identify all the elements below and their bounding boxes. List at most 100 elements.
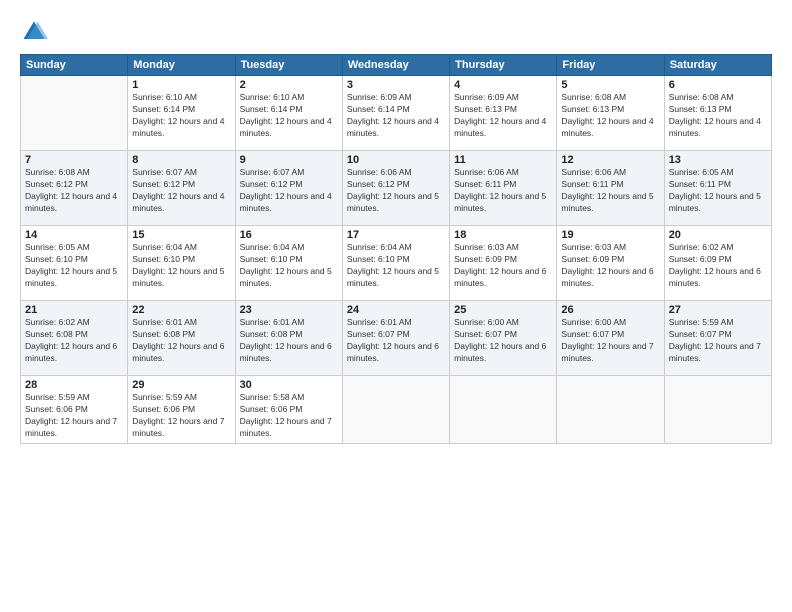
calendar-cell: 10Sunrise: 6:06 AMSunset: 6:12 PMDayligh…	[342, 151, 449, 226]
calendar-cell: 28Sunrise: 5:59 AMSunset: 6:06 PMDayligh…	[21, 376, 128, 444]
day-number: 21	[25, 304, 123, 316]
cell-info: Sunrise: 6:07 AMSunset: 6:12 PMDaylight:…	[132, 167, 230, 215]
calendar-page: SundayMondayTuesdayWednesdayThursdayFrid…	[0, 0, 792, 612]
cell-info: Sunrise: 6:05 AMSunset: 6:10 PMDaylight:…	[25, 242, 123, 290]
cell-info: Sunrise: 5:59 AMSunset: 6:06 PMDaylight:…	[132, 392, 230, 440]
calendar-cell: 30Sunrise: 5:58 AMSunset: 6:06 PMDayligh…	[235, 376, 342, 444]
calendar-cell: 21Sunrise: 6:02 AMSunset: 6:08 PMDayligh…	[21, 301, 128, 376]
day-number: 5	[561, 79, 659, 91]
week-row: 1Sunrise: 6:10 AMSunset: 6:14 PMDaylight…	[21, 76, 772, 151]
calendar-cell: 25Sunrise: 6:00 AMSunset: 6:07 PMDayligh…	[450, 301, 557, 376]
calendar-cell: 7Sunrise: 6:08 AMSunset: 6:12 PMDaylight…	[21, 151, 128, 226]
day-number: 19	[561, 229, 659, 241]
calendar-cell: 24Sunrise: 6:01 AMSunset: 6:07 PMDayligh…	[342, 301, 449, 376]
cell-info: Sunrise: 6:09 AMSunset: 6:14 PMDaylight:…	[347, 92, 445, 140]
day-header-saturday: Saturday	[664, 55, 771, 76]
calendar-cell: 11Sunrise: 6:06 AMSunset: 6:11 PMDayligh…	[450, 151, 557, 226]
day-header-wednesday: Wednesday	[342, 55, 449, 76]
calendar-cell: 22Sunrise: 6:01 AMSunset: 6:08 PMDayligh…	[128, 301, 235, 376]
calendar-table: SundayMondayTuesdayWednesdayThursdayFrid…	[20, 54, 772, 444]
calendar-cell: 29Sunrise: 5:59 AMSunset: 6:06 PMDayligh…	[128, 376, 235, 444]
cell-info: Sunrise: 6:01 AMSunset: 6:08 PMDaylight:…	[240, 317, 338, 365]
week-row: 28 Sunrise: 5:59 AMSunset: 6:06 PMDayligh…	[21, 376, 772, 444]
day-number: 29	[132, 379, 230, 391]
calendar-cell: 26Sunrise: 6:00 AMSunset: 6:07 PMDayligh…	[557, 301, 664, 376]
day-number: 18	[454, 229, 552, 241]
cell-info: Sunrise: 6:01 AMSunset: 6:08 PMDaylight:…	[132, 317, 230, 365]
day-number: 24	[347, 304, 445, 316]
cell-info: Sunrise: 6:08 AMSunset: 6:13 PMDaylight:…	[561, 92, 659, 140]
calendar-cell: 12Sunrise: 6:06 AMSunset: 6:11 PMDayligh…	[557, 151, 664, 226]
day-number: 1	[132, 79, 230, 91]
calendar-cell	[557, 376, 664, 444]
cell-info: Sunrise: 6:02 AMSunset: 6:09 PMDaylight:…	[669, 242, 767, 290]
header	[20, 18, 772, 46]
day-number: 2	[240, 79, 338, 91]
day-number: 23	[240, 304, 338, 316]
cell-info: Sunrise: 6:03 AMSunset: 6:09 PMDaylight:…	[561, 242, 659, 290]
week-row: 14Sunrise: 6:05 AMSunset: 6:10 PMDayligh…	[21, 226, 772, 301]
day-number: 25	[454, 304, 552, 316]
calendar-cell: 6Sunrise: 6:08 AMSunset: 6:13 PMDaylight…	[664, 76, 771, 151]
day-number: 12	[561, 154, 659, 166]
day-header-thursday: Thursday	[450, 55, 557, 76]
cell-info: Sunrise: 6:02 AMSunset: 6:08 PMDaylight:…	[25, 317, 123, 365]
day-number: 15	[132, 229, 230, 241]
cell-info: Sunrise: 6:07 AMSunset: 6:12 PMDaylight:…	[240, 167, 338, 215]
day-number: 11	[454, 154, 552, 166]
day-number: 14	[25, 229, 123, 241]
cell-info: Sunrise: 6:04 AMSunset: 6:10 PMDaylight:…	[240, 242, 338, 290]
calendar-cell: 3Sunrise: 6:09 AMSunset: 6:14 PMDaylight…	[342, 76, 449, 151]
cell-info: Sunrise: 6:08 AMSunset: 6:12 PMDaylight:…	[25, 167, 123, 215]
calendar-cell: 14Sunrise: 6:05 AMSunset: 6:10 PMDayligh…	[21, 226, 128, 301]
cell-info: Sunrise: 6:05 AMSunset: 6:11 PMDaylight:…	[669, 167, 767, 215]
calendar-cell: 8Sunrise: 6:07 AMSunset: 6:12 PMDaylight…	[128, 151, 235, 226]
calendar-cell: 4Sunrise: 6:09 AMSunset: 6:13 PMDaylight…	[450, 76, 557, 151]
calendar-cell: 27Sunrise: 5:59 AMSunset: 6:07 PMDayligh…	[664, 301, 771, 376]
cell-info: Sunrise: 6:06 AMSunset: 6:11 PMDaylight:…	[561, 167, 659, 215]
calendar-cell: 17Sunrise: 6:04 AMSunset: 6:10 PMDayligh…	[342, 226, 449, 301]
day-number: 26	[561, 304, 659, 316]
calendar-cell: 2Sunrise: 6:10 AMSunset: 6:14 PMDaylight…	[235, 76, 342, 151]
day-number: 20	[669, 229, 767, 241]
cell-info: Sunrise: 6:06 AMSunset: 6:12 PMDaylight:…	[347, 167, 445, 215]
cell-info: Sunrise: 6:06 AMSunset: 6:11 PMDaylight:…	[454, 167, 552, 215]
day-number: 30	[240, 379, 338, 391]
day-number: 17	[347, 229, 445, 241]
calendar-cell: 5Sunrise: 6:08 AMSunset: 6:13 PMDaylight…	[557, 76, 664, 151]
calendar-cell	[450, 376, 557, 444]
day-number: 27	[669, 304, 767, 316]
calendar-cell: 19Sunrise: 6:03 AMSunset: 6:09 PMDayligh…	[557, 226, 664, 301]
week-row: 7Sunrise: 6:08 AMSunset: 6:12 PMDaylight…	[21, 151, 772, 226]
calendar-cell: 13Sunrise: 6:05 AMSunset: 6:11 PMDayligh…	[664, 151, 771, 226]
calendar-cell	[664, 376, 771, 444]
cell-info: Sunrise: 6:01 AMSunset: 6:07 PMDaylight:…	[347, 317, 445, 365]
calendar-cell	[21, 76, 128, 151]
cell-info: Sunrise: 5:58 AMSunset: 6:06 PMDaylight:…	[240, 392, 338, 440]
calendar-cell: 18Sunrise: 6:03 AMSunset: 6:09 PMDayligh…	[450, 226, 557, 301]
calendar-cell	[342, 376, 449, 444]
cell-info: Sunrise: 6:09 AMSunset: 6:13 PMDaylight:…	[454, 92, 552, 140]
cell-info: Sunrise: 6:00 AMSunset: 6:07 PMDaylight:…	[454, 317, 552, 365]
calendar-cell: 16Sunrise: 6:04 AMSunset: 6:10 PMDayligh…	[235, 226, 342, 301]
day-number: 6	[669, 79, 767, 91]
day-number: 4	[454, 79, 552, 91]
day-number: 9	[240, 154, 338, 166]
day-header-sunday: Sunday	[21, 55, 128, 76]
week-row: 21Sunrise: 6:02 AMSunset: 6:08 PMDayligh…	[21, 301, 772, 376]
header-row: SundayMondayTuesdayWednesdayThursdayFrid…	[21, 55, 772, 76]
day-number: 28	[25, 379, 123, 391]
cell-info: Sunrise: 6:10 AMSunset: 6:14 PMDaylight:…	[132, 92, 230, 140]
calendar-cell: 23Sunrise: 6:01 AMSunset: 6:08 PMDayligh…	[235, 301, 342, 376]
day-number: 10	[347, 154, 445, 166]
day-number: 7	[25, 154, 123, 166]
cell-info: Sunrise: 6:08 AMSunset: 6:13 PMDaylight:…	[669, 92, 767, 140]
logo	[20, 18, 52, 46]
calendar-cell: 20Sunrise: 6:02 AMSunset: 6:09 PMDayligh…	[664, 226, 771, 301]
day-number: 16	[240, 229, 338, 241]
day-number: 3	[347, 79, 445, 91]
cell-info: Sunrise: 6:03 AMSunset: 6:09 PMDaylight:…	[454, 242, 552, 290]
day-number: 13	[669, 154, 767, 166]
cell-info: Sunrise: 6:04 AMSunset: 6:10 PMDaylight:…	[347, 242, 445, 290]
logo-icon	[20, 18, 48, 46]
